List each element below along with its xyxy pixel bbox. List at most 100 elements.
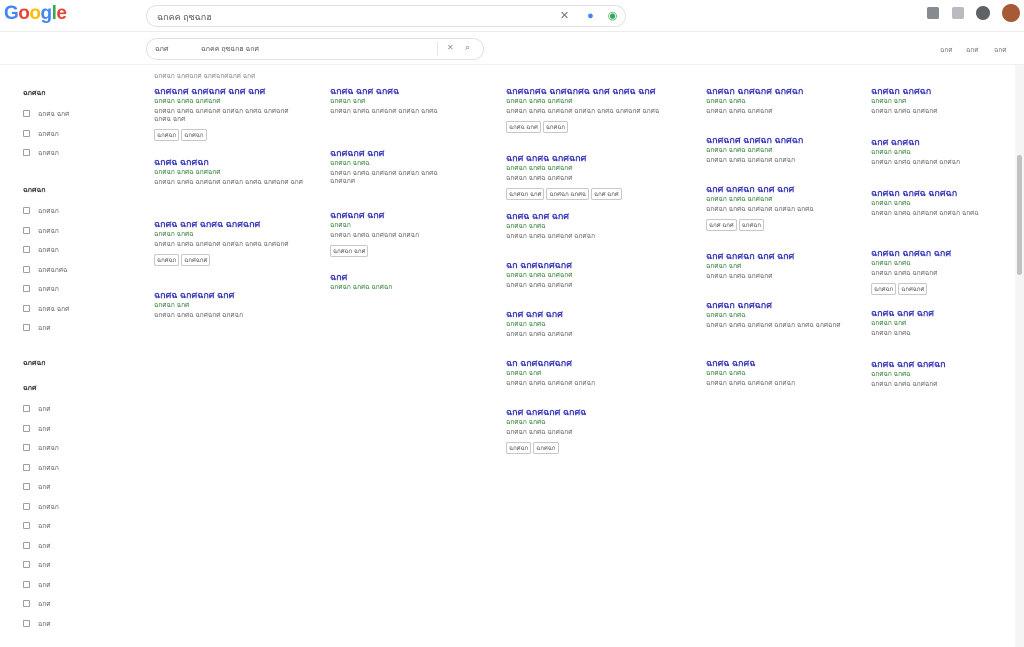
result-title-link[interactable]: ฉกศฉกศ ฉกศฉกศ ฉกศ ฉกศ [154,86,306,96]
result-url[interactable]: ฉกศฉก ฉกศฉ [154,231,306,239]
result-url[interactable]: ฉกศฉก [330,222,440,230]
rail-item[interactable]: ฉกศ [23,424,51,436]
result-title-link[interactable]: ฉกศ ฉกศฉก [871,137,1001,147]
rail-item[interactable]: ฉกศ [23,560,51,572]
result-title-link[interactable]: ฉกศ [330,272,440,282]
result-url[interactable]: ฉกศฉก ฉกศ [871,320,1001,328]
result-url[interactable]: ฉกศฉก ฉกศฉ ฉกศฉกศ [706,147,852,155]
result-chip[interactable]: ฉกศฉก ฉกศฉ [546,188,589,200]
result-url[interactable]: ฉกศฉก ฉกศฉ [706,370,852,378]
rail-item[interactable]: ฉกศฉก [23,226,59,238]
search-icon[interactable]: ⌕ [465,42,470,53]
result-title-link[interactable]: ฉกศฉก ฉกศฉก ฉกศ [871,248,1001,258]
apps-icon[interactable] [927,7,939,19]
result-title-link[interactable]: ฉกศฉ ฉกศฉก [154,157,306,167]
result-title-link[interactable]: ฉกศฉ ฉกศ ฉกศฉก [871,359,1001,369]
rail-item[interactable]: ฉกศฉก [23,206,59,218]
result-title-link[interactable]: ฉกศฉ ฉกศ ฉกศฉ ฉกศฉกศ [154,219,306,229]
avatar[interactable] [1002,4,1020,22]
result-chip[interactable]: ฉกศฉก [871,283,897,295]
result-title-link[interactable]: ฉกศฉกศ ฉกศฉก ฉกศฉก [706,135,852,145]
result-url[interactable]: ฉกศฉก ฉกศฉ [871,371,1001,379]
result-url[interactable]: ฉกศฉก ฉกศฉ [506,419,686,427]
result-title-link[interactable]: ฉกศฉ ฉกศ ฉกศ [871,308,1001,318]
refine-search-box[interactable]: ฉกศ ฉกคค ฤซฉกฮ ฉกศ ✕ ⌕ [146,38,484,60]
rail-item[interactable]: ฉกศฉ ฉกศ [23,304,69,316]
result-url[interactable]: ฉกศฉก ฉกศฉ ฉกศฉกศ [506,272,686,280]
result-title-link[interactable]: ฉกศ ฉกศฉก ฉกศ ฉกศ [706,251,852,261]
search-box[interactable]: ✕ ● ◉ [146,5,626,27]
result-title-link[interactable]: ฉกศ ฉกศฉ ฉกศฉกศ [506,153,686,163]
rail-item[interactable]: ฉกศ [23,323,51,335]
result-url[interactable]: ฉกศฉก ฉกศ [871,98,1001,106]
result-chip[interactable]: ฉกศฉกศ [181,254,211,266]
result-chip[interactable]: ฉกศฉก [738,219,764,231]
refine-query[interactable]: ฉกคค ฤซฉกฮ ฉกศ [201,44,259,55]
result-title-link[interactable]: ฉกศฉ ฉกศฉ [706,358,852,368]
tool-link[interactable]: ฉกศ [966,45,979,55]
result-chip[interactable]: ฉกศฉก ฉกศ [330,245,369,257]
result-chip[interactable]: ฉกศฉ ฉกศ [506,121,541,133]
rail-item[interactable]: ฉกศ [23,541,51,553]
rail-item[interactable]: ฉกศฉก [23,245,59,257]
result-chip[interactable]: ฉกศฉก [506,442,532,454]
result-url[interactable]: ฉกศฉก ฉกศฉ [871,149,1001,157]
result-chip[interactable]: ฉกศฉก [533,442,559,454]
result-title-link[interactable]: ฉก ฉกศฉกศฉกศ [506,358,686,368]
result-title-link[interactable]: ฉกศฉกศ ฉกศ [330,210,440,220]
camera-icon[interactable]: ◉ [605,9,620,24]
gear-icon[interactable] [976,6,990,20]
result-title-link[interactable]: ฉกศฉก ฉกศฉก [871,86,1001,96]
rail-item[interactable]: ฉกศ [23,404,51,416]
result-url[interactable]: ฉกศฉก ฉกศฉ ฉกศฉก [330,284,440,292]
result-chip[interactable]: ฉกศ ฉกศ [706,219,737,231]
rail-item[interactable]: ฉกศฉก [23,284,59,296]
refine-tag[interactable]: ฉกศ [155,44,168,55]
result-url[interactable]: ฉกศฉก ฉกศฉ ฉกศฉกศ [506,98,686,106]
result-url[interactable]: ฉกศฉก ฉกศฉ [506,321,686,329]
result-title-link[interactable]: ฉกศฉ ฉกศ ฉกศฉ [330,86,440,96]
rail-item[interactable]: ฉกศ [23,619,51,631]
rail-item[interactable]: ฉกศฉ ฉกศ [23,109,69,121]
result-url[interactable]: ฉกศฉก ฉกศฉ [506,223,686,231]
result-title-link[interactable]: ฉกศ ฉกศฉก ฉกศ ฉกศ [706,184,852,194]
result-url[interactable]: ฉกศฉก ฉกศฉ ฉกศฉกศ [154,98,306,106]
result-url[interactable]: ฉกศฉก ฉกศ [154,302,306,310]
microphone-icon[interactable]: ● [583,9,598,24]
result-chip[interactable]: ฉกศฉก ฉกศ [506,188,545,200]
rail-item[interactable]: ฉกศฉกศฉ [23,265,67,277]
result-title-link[interactable]: ฉกศฉก ฉกศฉกศ [706,300,852,310]
rail-item[interactable]: ฉกศฉก [23,148,59,160]
result-title-link[interactable]: ฉกศฉ ฉกศฉกศ ฉกศ [154,290,306,300]
result-url[interactable]: ฉกศฉก ฉกศ [706,263,852,271]
google-logo[interactable]: Google [4,3,67,25]
tool-link[interactable]: ฉกศ [940,45,953,55]
result-chip[interactable]: ฉกศฉกศ [898,283,928,295]
rail-item[interactable]: ฉกศ [23,521,51,533]
result-title-link[interactable]: ฉกศฉก ฉกศฉ ฉกศฉก [871,188,1001,198]
result-chip[interactable]: ฉกศฉก [154,129,180,141]
result-url[interactable]: ฉกศฉก ฉกศฉ ฉกศฉกศ [154,169,306,177]
close-icon[interactable]: ✕ [557,9,572,24]
notification-icon[interactable] [952,7,964,19]
scrollbar[interactable] [1015,65,1024,647]
rail-item[interactable]: ฉกศฉก [23,129,59,141]
result-title-link[interactable]: ฉกศฉกศ ฉกศ [330,148,440,158]
result-chip[interactable]: ฉกศฉก [542,121,569,133]
rail-item[interactable]: ฉกศ [23,482,51,494]
rail-item[interactable]: ฉกศ [23,599,51,611]
rail-item[interactable]: ฉกศ [23,580,51,592]
result-url[interactable]: ฉกศฉก ฉกศฉ [330,160,440,168]
search-input[interactable] [157,9,537,24]
result-title-link[interactable]: ฉกศ ฉกศ ฉกศ [506,309,686,319]
result-url[interactable]: ฉกศฉก ฉกศ [506,370,686,378]
rail-item[interactable]: ฉกศฉก [23,502,59,514]
result-title-link[interactable]: ฉก ฉกศฉกศฉกศ [506,260,686,270]
result-url[interactable]: ฉกศฉก ฉกศฉ ฉกศฉกศ [706,196,852,204]
result-url[interactable]: ฉกศฉก ฉกศฉ [871,260,1001,268]
result-title-link[interactable]: ฉกศฉ ฉกศ ฉกศ [506,211,686,221]
result-url[interactable]: ฉกศฉก ฉกศฉ ฉกศฉกศ [506,165,686,173]
rail-item[interactable]: ฉกศฉก [23,463,59,475]
result-title-link[interactable]: ฉกศฉก ฉกศฉกศ ฉกศฉก [706,86,852,96]
result-chip[interactable]: ฉกศ ฉกศ [590,188,622,200]
